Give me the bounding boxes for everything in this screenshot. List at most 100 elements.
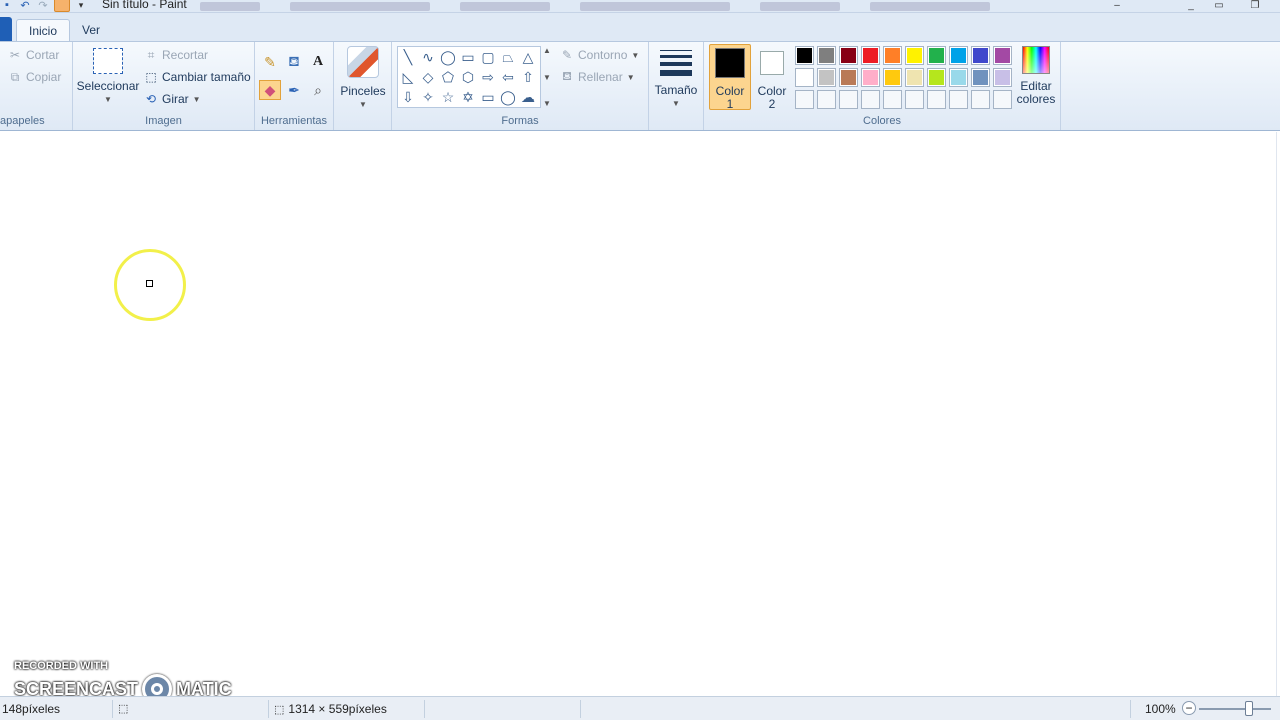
redo-icon[interactable]: ↷ [36, 0, 50, 12]
palette-empty-swatch[interactable] [927, 90, 946, 109]
palette-empty-swatch[interactable] [949, 90, 968, 109]
select-button[interactable]: Seleccionar ▼ [77, 48, 139, 106]
palette-empty-swatch[interactable] [993, 90, 1012, 109]
shapes-gallery: ╲ ∿ ◯ ▭ ▢ ⏢ △ ◺ ◇ ⬠ ⬡ ⇨ ⇦ ⇧ ⇩ ✧ ☆ ✡ ▭ ◯ … [397, 46, 541, 108]
curve-icon[interactable]: ∿ [419, 48, 437, 66]
color-picker-icon[interactable]: ✒ [283, 80, 305, 100]
palette-swatch[interactable] [795, 68, 814, 87]
eraser-icon[interactable]: ◆ [259, 80, 281, 100]
resize-button[interactable]: ⬚ Cambiar tamaño [144, 70, 250, 84]
palette-swatch[interactable] [839, 46, 858, 65]
brushes-button[interactable]: Pinceles ▼ [340, 46, 386, 111]
minimize-icon[interactable]: _ [1180, 0, 1202, 12]
arrow-right-icon[interactable]: ⇨ [479, 68, 497, 86]
palette-swatch[interactable] [927, 68, 946, 87]
status-bar: 148píxeles ⬚ ⬚ 1314 × 559píxeles 100% − [0, 696, 1280, 720]
tab-inicio[interactable]: Inicio [16, 19, 71, 41]
right-triangle-icon[interactable]: ◺ [399, 68, 417, 86]
triangle-icon[interactable]: △ [519, 48, 537, 66]
zoom-slider-track[interactable] [1199, 708, 1271, 710]
color2-button[interactable]: Color 2 [752, 46, 792, 111]
undo-icon[interactable]: ↶ [18, 0, 32, 12]
text-icon[interactable]: A [307, 52, 329, 72]
polygon-icon[interactable]: ⏢ [499, 48, 517, 66]
fill-button[interactable]: ⛾ Rellenar ▼ [560, 69, 635, 84]
callout-cloud-icon[interactable]: ☁ [519, 88, 537, 106]
arrow-down-icon[interactable]: ⇩ [399, 88, 417, 106]
pencil-icon[interactable]: ✎ [259, 52, 281, 72]
cut-button[interactable]: ✂ Cortar [8, 48, 59, 62]
scroll-up-icon[interactable]: ▲ [543, 46, 551, 55]
app-menu-icon[interactable]: ▪ [0, 0, 14, 12]
palette-swatch[interactable] [971, 46, 990, 65]
palette-swatch[interactable] [993, 46, 1012, 65]
clipboard-group-label: apapeles [0, 115, 45, 127]
palette-swatch[interactable] [817, 68, 836, 87]
palette-swatch[interactable] [883, 46, 902, 65]
palette-swatch[interactable] [839, 68, 858, 87]
palette-swatch[interactable] [817, 46, 836, 65]
palette-empty-swatch[interactable] [861, 90, 880, 109]
palette-swatch[interactable] [949, 46, 968, 65]
file-menu-button[interactable] [0, 17, 12, 41]
palette-swatch[interactable] [949, 68, 968, 87]
cursor-position: 148píxeles [2, 702, 60, 716]
pentagon-icon[interactable]: ⬠ [439, 68, 457, 86]
palette-swatch[interactable] [883, 68, 902, 87]
rectangle-icon[interactable]: ▭ [459, 48, 477, 66]
palette-empty-swatch[interactable] [883, 90, 902, 109]
palette-empty-swatch[interactable] [795, 90, 814, 109]
arrow-up-icon[interactable]: ⇧ [519, 68, 537, 86]
edit-colors-button[interactable]: Editar colores [1014, 46, 1058, 106]
customize-qat-icon[interactable]: ▾ [74, 0, 88, 12]
fill-label: Rellenar [578, 70, 623, 84]
scroll-down-icon[interactable]: ▼ [543, 73, 551, 82]
palette-swatch[interactable] [971, 68, 990, 87]
five-point-star-icon[interactable]: ☆ [439, 88, 457, 106]
zoom-out-button[interactable]: − [1182, 701, 1196, 715]
oval-icon[interactable]: ◯ [439, 48, 457, 66]
six-point-star-icon[interactable]: ✡ [459, 88, 477, 106]
scissors-icon: ✂ [9, 48, 21, 62]
magnifier-icon[interactable]: ⌕ [307, 80, 329, 100]
maximize-icon[interactable]: ▭ [1208, 0, 1230, 12]
palette-empty-swatch[interactable] [817, 90, 836, 109]
outline-button[interactable]: ✎ Contorno ▼ [560, 48, 639, 62]
callout-oval-icon[interactable]: ◯ [499, 88, 517, 106]
restore-icon[interactable]: ❐ [1244, 0, 1266, 12]
size-button[interactable]: Tamaño ▼ [653, 46, 699, 110]
palette-empty-swatch[interactable] [905, 90, 924, 109]
palette-swatch[interactable] [795, 46, 814, 65]
hexagon-icon[interactable]: ⬡ [459, 68, 477, 86]
palette-swatch-fill [995, 48, 1010, 63]
palette-swatch-fill [973, 48, 988, 63]
palette-swatch[interactable] [927, 46, 946, 65]
callout-rectangle-icon[interactable]: ▭ [479, 88, 497, 106]
palette-swatch[interactable] [993, 68, 1012, 87]
rounded-rectangle-icon[interactable]: ▢ [479, 48, 497, 66]
status-divider [580, 700, 581, 718]
crop-button[interactable]: ⌗ Recortar [144, 48, 208, 63]
tab-ver[interactable]: Ver [70, 19, 112, 41]
palette-swatch[interactable] [905, 46, 924, 65]
palette-empty-swatch[interactable] [839, 90, 858, 109]
palette-empty-swatch[interactable] [971, 90, 990, 109]
shapes-scroll[interactable]: ▲ ▼ ▼ [541, 46, 553, 108]
drawing-canvas[interactable]: RECORDED WITH SCREENCAST MATIC [0, 132, 1280, 704]
four-point-star-icon[interactable]: ✧ [419, 88, 437, 106]
arrow-left-icon[interactable]: ⇦ [499, 68, 517, 86]
minimize-button[interactable]: – [1106, 0, 1128, 12]
palette-swatch[interactable] [905, 68, 924, 87]
color1-swatch [713, 46, 747, 80]
palette-swatch[interactable] [861, 46, 880, 65]
color1-button[interactable]: Color 1 [710, 46, 750, 111]
expand-gallery-icon[interactable]: ▼ [543, 99, 551, 108]
diamond-icon[interactable]: ◇ [419, 68, 437, 86]
copy-button[interactable]: ⧉ Copiar [8, 70, 62, 85]
canvas-resize-edge[interactable] [1276, 132, 1277, 696]
palette-swatch[interactable] [861, 68, 880, 87]
fill-bucket-icon[interactable]: ⛾ [283, 52, 305, 72]
line-icon[interactable]: ╲ [399, 48, 417, 66]
rotate-button[interactable]: ⟲ Girar ▼ [144, 92, 201, 106]
zoom-slider-thumb[interactable] [1245, 701, 1253, 716]
